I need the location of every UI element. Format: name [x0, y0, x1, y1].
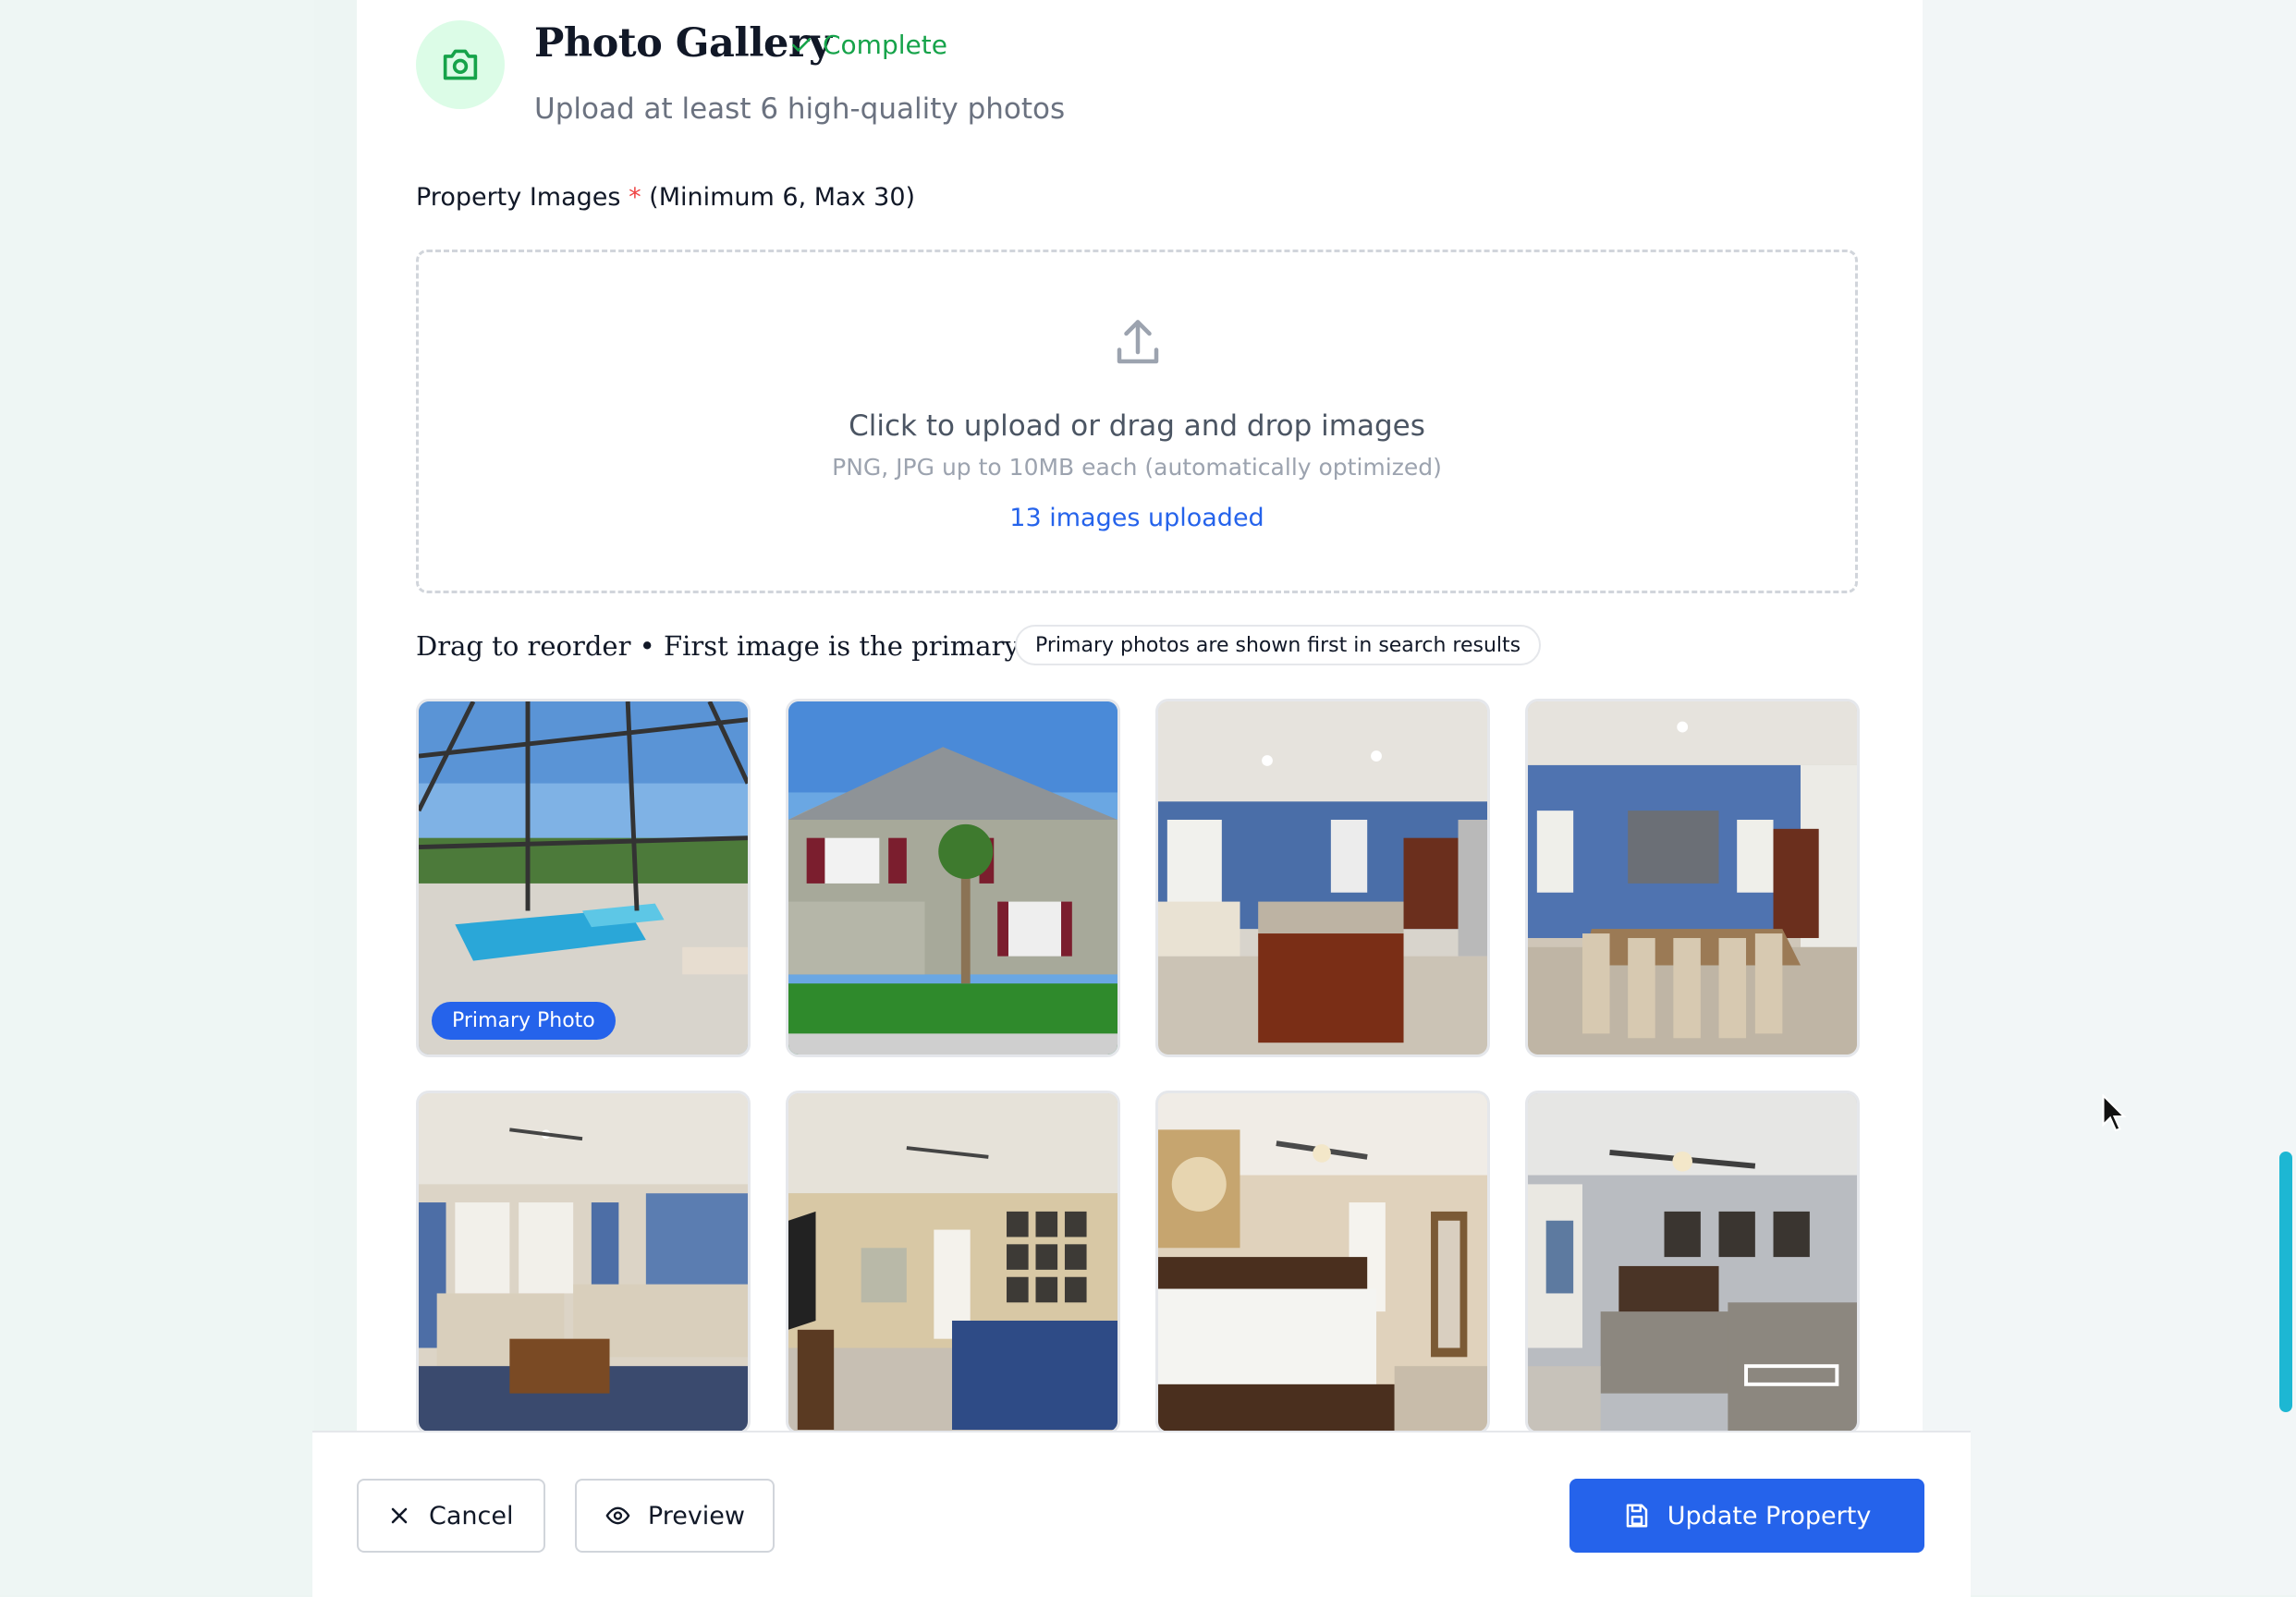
gallery-photo-kitchen[interactable] [1155, 699, 1490, 1057]
section-title: Photo Gallery [534, 20, 832, 67]
update-property-label: Update Property [1667, 1501, 1872, 1530]
gallery-photo-pool[interactable]: Primary Photo [416, 699, 751, 1057]
upload-secondary-text: PNG, JPG up to 10MB each (automatically … [832, 454, 1442, 481]
upload-icon [1117, 320, 1159, 364]
preview-label: Preview [647, 1501, 745, 1530]
mouse-cursor-icon [2102, 1094, 2127, 1132]
status-label: Complete [823, 30, 947, 60]
eye-icon [605, 1506, 630, 1525]
gallery-photo-dining[interactable] [1525, 699, 1860, 1057]
gallery-photo-exterior[interactable] [786, 699, 1120, 1057]
gallery-photo-twin-bedroom[interactable] [1525, 1091, 1860, 1434]
gallery-photo-family-room[interactable] [786, 1091, 1120, 1434]
page-background-left [0, 0, 314, 1595]
primary-hint-pill: Primary photos are shown first in search… [1015, 625, 1542, 665]
save-icon [1626, 1504, 1647, 1528]
field-constraint: (Minimum 6, Max 30) [649, 183, 916, 212]
form-panel: Photo Gallery Complete Upload at least 6… [357, 0, 1923, 1595]
required-mark: * [629, 183, 641, 212]
upload-dropzone[interactable]: Click to upload or drag and drop images … [416, 250, 1858, 593]
gallery-photo-living-room[interactable] [416, 1091, 751, 1434]
close-icon [391, 1507, 408, 1524]
field-label: Property Images * (Minimum 6, Max 30) [416, 183, 915, 212]
upload-count: 13 images uploaded [1009, 504, 1264, 532]
upload-primary-text: Click to upload or drag and drop images [849, 409, 1425, 443]
status-badge: Complete [789, 30, 947, 60]
gallery-photo-master-bedroom[interactable] [1155, 1091, 1490, 1434]
update-property-button[interactable]: Update Property [1569, 1479, 1924, 1553]
section-subtitle: Upload at least 6 high-quality photos [534, 92, 1066, 126]
preview-button[interactable]: Preview [575, 1479, 775, 1553]
cancel-button[interactable]: Cancel [357, 1479, 545, 1553]
reorder-instructions: Drag to reorder • First image is the pri… [416, 630, 1105, 662]
cancel-label: Cancel [429, 1501, 514, 1530]
primary-photo-badge: Primary Photo [432, 1002, 616, 1040]
page-background-right [1923, 0, 2296, 1595]
page-scrollbar-thumb[interactable] [2279, 1152, 2292, 1412]
form-footer: Cancel Preview Update Property [312, 1431, 1971, 1597]
camera-icon [416, 20, 505, 109]
field-label-text: Property Images [416, 183, 621, 212]
check-icon [792, 37, 811, 52]
